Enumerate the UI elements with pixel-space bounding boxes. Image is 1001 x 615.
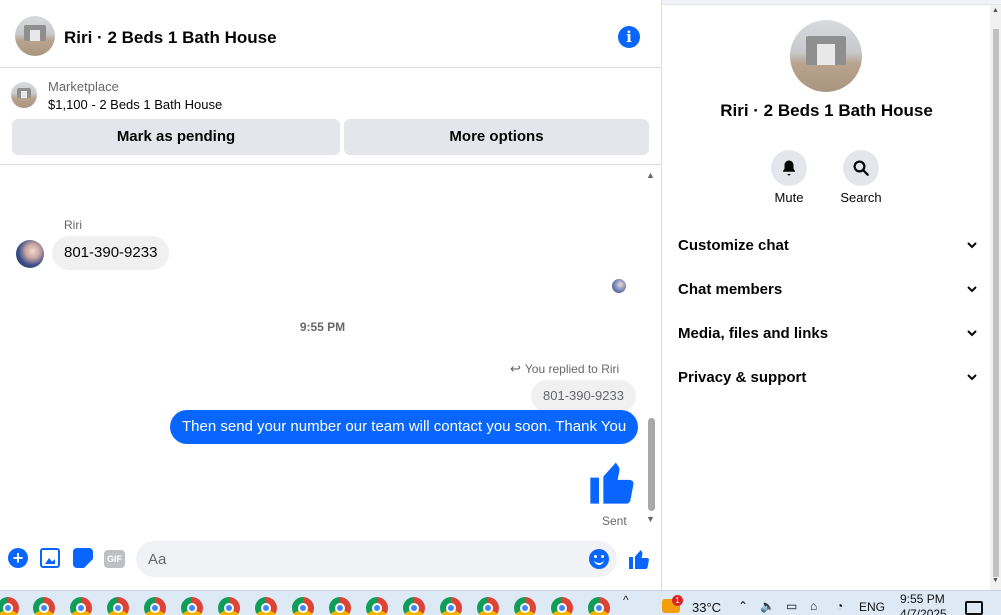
mute-button[interactable] — [771, 150, 807, 186]
chevron-down-icon — [967, 242, 977, 249]
scroll-down-arrow-icon[interactable]: ▼ — [646, 514, 655, 524]
reply-indicator: ↩ You replied to Riri — [510, 361, 619, 377]
chrome-taskbar-icon[interactable] — [107, 597, 129, 615]
customize-chat-row[interactable]: Customize chat — [678, 237, 978, 265]
seen-indicator-avatar — [612, 279, 626, 293]
bell-icon — [783, 160, 795, 176]
chrome-taskbar-icon[interactable] — [33, 597, 55, 615]
chrome-taskbar-icon[interactable] — [403, 597, 425, 615]
gif-icon[interactable]: GIF — [104, 550, 125, 568]
page-scroll-up-icon[interactable]: ▲ — [992, 7, 999, 14]
conversation-title[interactable]: Riri · 2 Beds 1 Bath House — [64, 28, 277, 48]
reply-arrow-icon: ↩ — [510, 361, 521, 376]
mute-label: Mute — [774, 190, 804, 205]
chrome-taskbar-icon[interactable] — [514, 597, 536, 615]
temperature[interactable]: 33°C — [692, 600, 721, 615]
chat-members-row[interactable]: Chat members — [678, 281, 978, 309]
language-indicator[interactable]: ENG — [859, 600, 885, 614]
chat-members-label: Chat members — [678, 281, 783, 298]
notification-center-icon[interactable] — [965, 601, 983, 615]
scroll-up-arrow-icon[interactable]: ▲ — [646, 170, 655, 180]
page-scrollbar-thumb[interactable] — [993, 29, 999, 577]
chrome-taskbar-icon[interactable] — [181, 597, 203, 615]
sticker-icon[interactable] — [73, 548, 93, 568]
emoji-icon[interactable] — [589, 549, 609, 569]
thumbs-up-sticker-icon[interactable] — [586, 456, 638, 508]
message-input[interactable] — [136, 541, 617, 577]
listing-thumbnail[interactable] — [11, 82, 37, 108]
chrome-taskbar-icon[interactable] — [588, 597, 610, 615]
reply-label: You replied to Riri — [524, 362, 620, 376]
chat-header: Riri · 2 Beds 1 Bath House i — [0, 5, 661, 68]
incoming-message[interactable]: 801-390-9233 — [52, 236, 170, 270]
message-list: ▲ Riri 801-390-9233 9:55 PM ↩ You replied… — [0, 166, 661, 532]
clock-date[interactable]: 4/7/2025 — [900, 607, 947, 615]
marketplace-label: Marketplace — [48, 79, 119, 94]
sender-avatar[interactable] — [16, 240, 44, 268]
info-icon[interactable]: i — [618, 26, 640, 48]
chevron-down-icon — [967, 286, 977, 293]
media-files-links-label: Media, files and links — [678, 325, 829, 342]
chrome-taskbar-icon[interactable] — [218, 597, 240, 615]
message-status: Sent — [602, 514, 627, 528]
message-composer: + GIF — [0, 535, 661, 585]
search-label: Search — [840, 190, 882, 205]
chrome-taskbar-icon[interactable] — [329, 597, 351, 615]
wifi-icon[interactable]: ◔ — [836, 599, 843, 613]
more-options-button[interactable]: More options — [344, 119, 649, 155]
scrollbar-thumb[interactable] — [648, 418, 655, 511]
thumbs-up-icon[interactable] — [627, 547, 651, 571]
info-title: Riri · 2 Beds 1 Bath House — [720, 101, 933, 120]
search-button[interactable] — [843, 150, 879, 186]
chat-panel: Riri · 2 Beds 1 Bath House i Marketplace… — [0, 0, 662, 590]
speaker-icon[interactable]: 🔈 — [760, 599, 775, 613]
usb-icon[interactable]: ⌂ — [810, 599, 817, 613]
show-hidden-icons-icon[interactable]: ⌃ — [738, 599, 748, 613]
page-scroll-down-icon[interactable]: ▼ — [992, 577, 999, 584]
plus-icon[interactable]: + — [8, 548, 28, 568]
chevron-down-icon — [967, 330, 977, 337]
weather-badge: 1 — [672, 595, 683, 606]
chrome-taskbar-icon[interactable] — [477, 597, 499, 615]
chrome-taskbar-icon[interactable] — [292, 597, 314, 615]
outgoing-message[interactable]: Then send your number our team will cont… — [170, 410, 639, 444]
media-files-links-row[interactable]: Media, files and links — [678, 325, 978, 353]
chrome-taskbar-icon[interactable] — [551, 597, 573, 615]
quoted-message[interactable]: 801-390-9233 — [531, 380, 636, 412]
chrome-taskbar-icon[interactable] — [440, 597, 462, 615]
search-icon — [853, 160, 869, 176]
image-icon[interactable] — [40, 548, 60, 568]
battery-icon[interactable]: ▭ — [786, 599, 797, 613]
chevron-down-icon — [967, 374, 977, 381]
chrome-taskbar-icon[interactable] — [255, 597, 277, 615]
privacy-support-row[interactable]: Privacy & support — [678, 369, 978, 397]
message-timestamp: 9:55 PM — [299, 320, 346, 334]
page-scrollbar[interactable]: ▲ ▼ — [990, 5, 1001, 590]
marketplace-banner: Marketplace $1,100 - 2 Beds 1 Bath House… — [0, 69, 661, 165]
chrome-taskbar-icon[interactable] — [70, 597, 92, 615]
customize-chat-label: Customize chat — [678, 237, 789, 254]
chrome-taskbar-icon[interactable] — [144, 597, 166, 615]
privacy-support-label: Privacy & support — [678, 369, 807, 386]
conversation-info-panel: Riri · 2 Beds 1 Bath House Mute Search C… — [663, 5, 990, 590]
mark-as-pending-button[interactable]: Mark as pending — [12, 119, 340, 155]
info-avatar[interactable] — [790, 20, 862, 92]
windows-taskbar: ^ 1 33°C ⌃ 🔈 ▭ ⌂ ◔ ENG 9:55 PM 4/7/2025 — [0, 590, 1001, 615]
conversation-avatar[interactable] — [15, 16, 55, 56]
listing-price-title[interactable]: $1,100 - 2 Beds 1 Bath House — [48, 97, 222, 112]
clock-time[interactable]: 9:55 PM — [900, 592, 945, 606]
tray-overflow-caret-icon[interactable]: ^ — [623, 593, 629, 607]
chrome-taskbar-icon[interactable] — [366, 597, 388, 615]
sender-name: Riri — [64, 218, 82, 232]
chrome-taskbar-icon[interactable] — [0, 597, 19, 615]
